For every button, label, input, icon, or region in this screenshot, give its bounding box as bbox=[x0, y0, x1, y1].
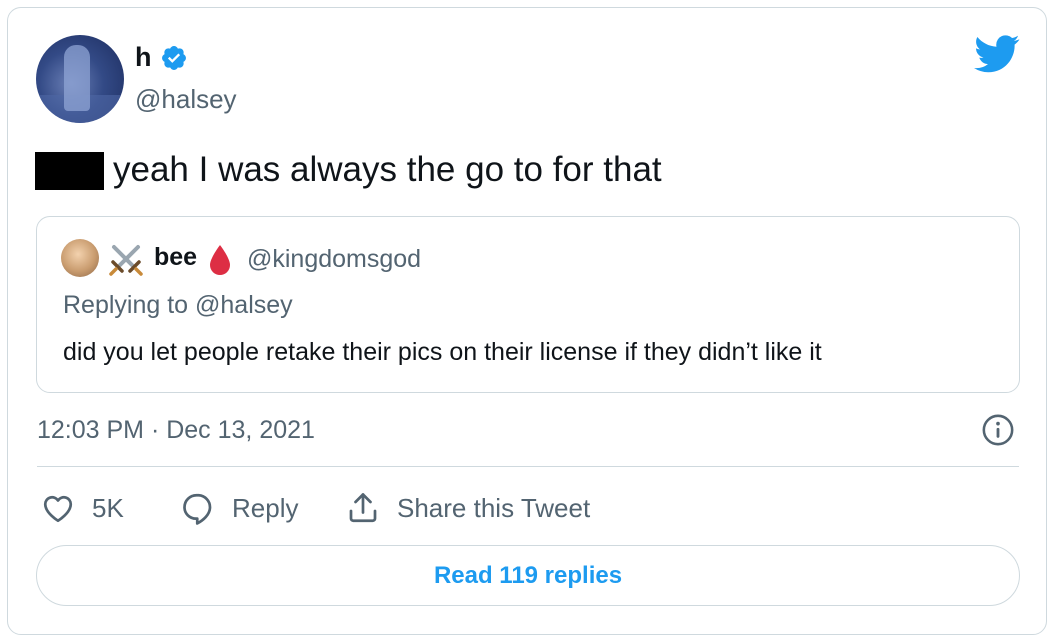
like-button[interactable]: 5K bbox=[40, 487, 124, 529]
redacted-mention bbox=[35, 152, 104, 190]
reply-label: Reply bbox=[232, 492, 299, 523]
quoted-tweet-text: did you let people retake their pics on … bbox=[63, 338, 822, 366]
blood-drop-icon bbox=[210, 245, 230, 275]
like-count: 5K bbox=[92, 492, 124, 523]
share-label: Share this Tweet bbox=[397, 492, 591, 523]
quoted-author-avatar[interactable] bbox=[61, 239, 99, 277]
quoted-author-handle[interactable]: @kingdomsgod bbox=[247, 245, 421, 274]
tweet-text: yeah I was always the go to for that bbox=[113, 150, 662, 189]
tweet-timestamp[interactable]: 12:03 PM · Dec 13, 2021 bbox=[37, 416, 315, 445]
replying-to-label: Replying to @halsey bbox=[63, 291, 293, 319]
author-display-name[interactable]: h bbox=[135, 42, 152, 73]
reply-bubble-icon bbox=[183, 493, 212, 525]
author-handle[interactable]: @halsey bbox=[135, 84, 237, 115]
quoted-tweet[interactable]: bee @kingdomsgod Replying to @halsey did… bbox=[36, 216, 1020, 393]
author-avatar[interactable] bbox=[36, 35, 124, 123]
read-replies-button[interactable]: Read 119 replies bbox=[36, 545, 1020, 606]
reply-button[interactable]: Reply bbox=[180, 487, 298, 529]
share-button[interactable]: Share this Tweet bbox=[345, 487, 590, 529]
share-icon bbox=[349, 493, 377, 523]
divider bbox=[37, 466, 1019, 467]
crossed-swords-icon bbox=[109, 245, 143, 276]
twitter-bird-icon[interactable] bbox=[974, 34, 1020, 74]
verified-badge-icon bbox=[162, 46, 186, 70]
heart-icon bbox=[43, 495, 73, 523]
quoted-author-name[interactable]: bee bbox=[154, 243, 197, 272]
avatar-figure bbox=[64, 45, 90, 111]
info-icon[interactable] bbox=[981, 413, 1015, 447]
